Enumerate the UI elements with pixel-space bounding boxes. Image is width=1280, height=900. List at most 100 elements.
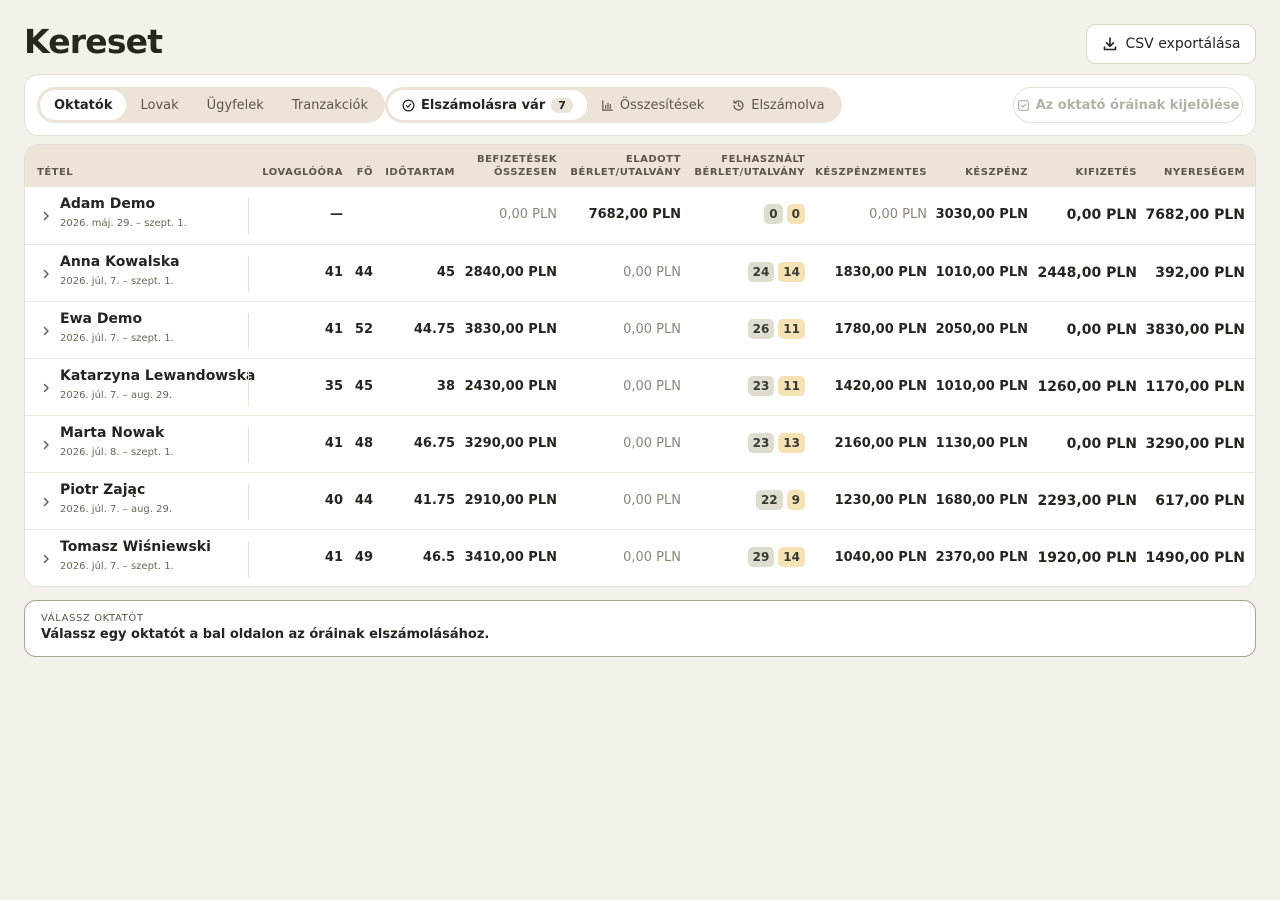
check-circle-icon [402,99,415,111]
table-row[interactable]: Marta Nowak 2026. júl. 8. – szept. 1. 41 48… [25,415,1255,472]
date-range: 2026. júl. 7. – aug. 29. [60,390,173,401]
lesson-hours-cell: — [330,207,343,222]
persons-cell: 49 [354,550,373,565]
tab-instructors[interactable]: Oktatók [40,90,127,120]
tab-clients[interactable]: Ügyfelek [193,90,278,120]
duration-cell: 41.75 [413,493,455,508]
lesson-hours-cell: 40 [324,493,343,508]
col-item: TÉTEL [37,167,74,178]
table-row[interactable]: Ewa Demo 2026. júl. 7. – szept. 1. 41 52 44.… [25,301,1255,358]
cashless-cell: 1780,00 PLN [834,322,927,337]
used-voucher-badge: 11 [778,319,805,339]
row-divider [248,427,249,463]
used-passes-badges: 26 11 [747,319,805,339]
duration-cell: 46.75 [413,436,455,451]
used-pass-badge: 26 [747,319,775,339]
profit-cell: 3830,00 PLN [1145,322,1245,338]
col-duration: IDŐTARTAM [385,167,455,178]
tab-settled-label: Elszámolva [751,97,825,113]
tab-settled[interactable]: Elszámolva [718,90,838,120]
profit-cell: 392,00 PLN [1155,265,1245,281]
payout-cell: 0,00 PLN [1066,436,1137,452]
chevron-right-icon[interactable] [40,437,52,451]
used-pass-badge: 29 [747,547,775,567]
table-row[interactable]: Tomasz Wiśniewski 2026. júl. 7. – szept. … [25,529,1255,586]
cash-cell: 1130,00 PLN [935,436,1028,451]
history-icon [733,99,744,111]
used-passes-badges: 29 14 [747,547,805,567]
col-used-passes: FELHASZNÁLT BÉRLET/UTALVÁNY [694,154,805,178]
cash-cell: 1680,00 PLN [935,493,1028,508]
date-range: 2026. máj. 29. – szept. 1. [60,218,187,229]
table-row[interactable]: Katarzyna Lewandowska 2026. júl. 7. – aug… [25,358,1255,415]
table-row[interactable]: Anna Kowalska 2026. júl. 7. – szept. 1. 41… [25,244,1255,301]
tab-pending-settlement[interactable]: Elszámolásra vár 7 [388,90,587,120]
instructor-name: Adam Demo [60,196,156,212]
tab-horses[interactable]: Lovak [126,90,192,120]
chevron-right-icon[interactable] [40,266,52,280]
payout-cell: 2448,00 PLN [1037,265,1137,281]
used-passes-badges: 24 14 [747,262,805,282]
date-range: 2026. júl. 8. – szept. 1. [60,447,174,458]
chevron-right-icon[interactable] [40,494,52,508]
table-row[interactable]: Piotr Zając 2026. júl. 7. – aug. 29. 40 44 4… [25,472,1255,529]
cashless-cell: 1420,00 PLN [834,379,927,394]
table-row[interactable]: Adam Demo 2026. máj. 29. – szept. 1. — 0,00… [25,187,1255,244]
csv-export-button[interactable]: CSV exportálása [1086,24,1256,64]
payout-cell: 1260,00 PLN [1037,379,1137,395]
row-divider [248,484,249,520]
tab-transactions[interactable]: Tranzakciók [278,90,382,120]
chevron-right-icon[interactable] [40,208,52,222]
payments-cell: 3830,00 PLN [464,322,557,337]
used-voucher-badge: 14 [778,262,805,282]
col-lesson-hours: LOVAGLÓÓRA [262,167,343,178]
cashless-cell: 1830,00 PLN [834,265,927,280]
col-payments: BEFIZETÉSEK ÖSSZESEN [476,154,557,178]
select-lessons-label: Az oktató óráinak kijelölése [1035,97,1240,113]
toolbar: Oktatók Lovak Ügyfelek Tranzakciók Elszá… [24,74,1256,136]
cashless-cell: 2160,00 PLN [834,436,927,451]
duration-cell: 38 [436,379,455,394]
payout-cell: 0,00 PLN [1066,322,1137,338]
row-divider [248,256,249,292]
used-voucher-badge: 14 [778,547,805,567]
chevron-right-icon[interactable] [40,323,52,337]
cash-cell: 2370,00 PLN [935,550,1028,565]
persons-cell: 45 [354,379,373,394]
sold-passes-cell: 0,00 PLN [623,379,681,394]
used-voucher-badge: 11 [778,376,805,396]
chevron-right-icon[interactable] [40,380,52,394]
sold-passes-cell: 0,00 PLN [623,493,681,508]
sold-passes-cell: 0,00 PLN [623,322,681,337]
duration-cell: 45 [436,265,455,280]
col-persons: FŐ [356,167,373,178]
payout-cell: 1920,00 PLN [1037,550,1137,566]
lesson-hours-cell: 41 [324,322,343,337]
lesson-hours-cell: 41 [324,436,343,451]
cashless-cell: 0,00 PLN [869,207,927,222]
instructor-name: Marta Nowak [60,425,165,441]
chevron-right-icon[interactable] [40,551,52,565]
cashless-cell: 1040,00 PLN [834,550,927,565]
pending-count-badge: 7 [551,97,573,113]
view-tabs: Elszámolásra vár 7 Összesítések Elszámol… [385,87,842,123]
info-text: Válassz egy oktatót a bal oldalon az órá… [41,627,490,642]
select-instructor-lessons-button[interactable]: Az oktató óráinak kijelölése [1013,87,1243,123]
col-profit: NYERESÉGEM [1164,167,1245,178]
cash-cell: 2050,00 PLN [935,322,1028,337]
row-divider [248,541,249,577]
payments-cell: 3290,00 PLN [464,436,557,451]
profit-cell: 3290,00 PLN [1145,436,1245,452]
checkbox-icon [1017,99,1029,111]
cash-cell: 1010,00 PLN [935,265,1028,280]
tab-summaries[interactable]: Összesítések [587,90,718,120]
date-range: 2026. júl. 7. – szept. 1. [60,276,174,287]
row-divider [248,313,249,349]
cash-cell: 1010,00 PLN [935,379,1028,394]
info-label: VÁLASSZ OKTATÓT [41,613,144,624]
table-header: TÉTEL LOVAGLÓÓRA FŐ IDŐTARTAM BEFIZETÉSE… [25,145,1255,187]
persons-cell: 44 [354,493,373,508]
csv-export-label: CSV exportálása [1125,36,1241,52]
lesson-hours-cell: 41 [324,265,343,280]
lesson-hours-cell: 41 [324,550,343,565]
